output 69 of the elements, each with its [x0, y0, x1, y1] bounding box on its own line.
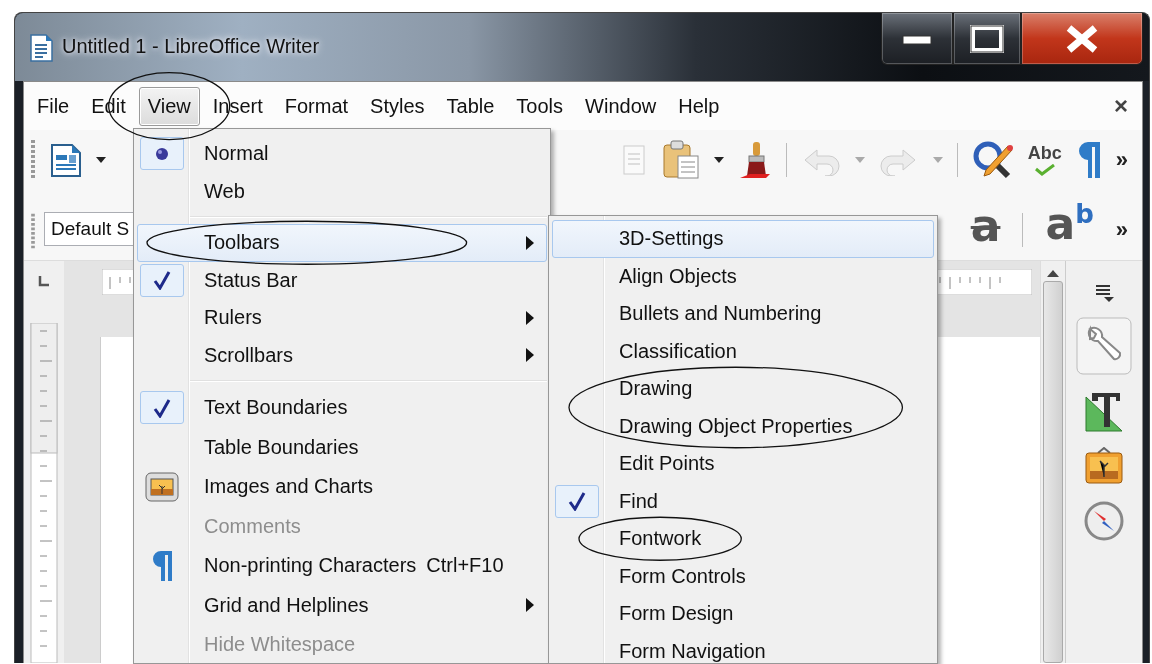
paste-icon[interactable]: [661, 140, 700, 180]
checkbox[interactable]: [140, 391, 184, 425]
menu-item[interactable]: Text Boundaries: [137, 388, 547, 428]
menu-item[interactable]: Grid and Helplines: [137, 585, 547, 625]
menu-item[interactable]: Form Design: [552, 595, 934, 633]
more-tools-button[interactable]: »: [1115, 147, 1128, 173]
menu-item[interactable]: Bullets and Numbering: [552, 295, 934, 333]
menu-item[interactable]: Normal: [137, 135, 547, 173]
checkmark-icon: [153, 270, 171, 291]
menu-item[interactable]: Images and Charts: [137, 467, 547, 507]
menu-item[interactable]: Form Navigation: [552, 632, 934, 663]
image-icon[interactable]: [145, 471, 179, 502]
window-title: Untitled 1 - LibreOffice Writer: [62, 35, 320, 58]
minimize-icon: [902, 32, 932, 45]
gallery-icon[interactable]: [1084, 447, 1124, 487]
menu-item[interactable]: Toolbars: [137, 224, 547, 262]
menu-item[interactable]: Drawing: [552, 370, 934, 408]
minimize-button[interactable]: [881, 13, 953, 65]
menu-item[interactable]: Table Boundaries: [137, 427, 547, 467]
menu-item[interactable]: Find: [552, 482, 934, 520]
wrench-icon[interactable]: [1076, 317, 1132, 375]
menu-item[interactable]: Edit Points: [552, 445, 934, 483]
checkbox[interactable]: [555, 484, 599, 518]
sidebar-menu-icon[interactable]: [1094, 283, 1114, 303]
dropdown-arrow-icon[interactable]: [96, 157, 106, 163]
maximize-icon: [970, 24, 1004, 53]
menu-item[interactable]: Rulers: [137, 299, 547, 337]
menu-item[interactable]: Web: [137, 172, 547, 210]
dropdown-arrow-icon[interactable]: [713, 157, 724, 163]
maximize-button[interactable]: [953, 13, 1021, 65]
radio-dot-icon: [155, 146, 169, 161]
formatting-marks-icon[interactable]: [150, 548, 174, 583]
compass-icon[interactable]: [1084, 501, 1124, 541]
spelling-button[interactable]: Abc: [1027, 143, 1062, 177]
superscript-button[interactable]: a$^{b}$: [1045, 200, 1094, 246]
menu-item[interactable]: Scrollbars: [137, 336, 547, 374]
check-icon: [1033, 164, 1056, 177]
menu-item[interactable]: File: [28, 86, 79, 126]
checkmark-icon: [153, 397, 171, 418]
menu-item[interactable]: Drawing Object Properties: [552, 407, 934, 445]
menu-item[interactable]: Help: [669, 86, 729, 126]
vertical-scrollbar[interactable]: [1040, 261, 1065, 663]
menu-item[interactable]: Window: [576, 86, 666, 126]
menu-item[interactable]: Status Bar: [137, 261, 547, 299]
close-icon: [1065, 24, 1099, 53]
menu-item[interactable]: Non-printing Characters Ctrl+F10: [137, 546, 547, 586]
scroll-up-arrow-icon[interactable]: [1047, 269, 1059, 277]
more-tools-button[interactable]: »: [1115, 216, 1128, 243]
menu-item[interactable]: Fontwork: [552, 520, 934, 558]
menu-item[interactable]: Format: [275, 86, 358, 126]
menu-item[interactable]: Align Objects: [552, 257, 934, 295]
checkbox[interactable]: [140, 263, 184, 297]
shortcut-text: Ctrl+F10: [426, 554, 504, 578]
close-document-button[interactable]: ×: [1114, 92, 1128, 121]
tab-stop-icon[interactable]: [38, 275, 50, 287]
menu-item[interactable]: Tools: [507, 86, 573, 126]
menu-item[interactable]: Classification: [552, 332, 934, 370]
menu-item[interactable]: Form Controls: [552, 557, 934, 595]
radio-indicator[interactable]: [140, 137, 184, 171]
menu-item[interactable]: View: [138, 86, 200, 126]
menu-item[interactable]: 3D-Settings: [552, 220, 934, 258]
new-document-icon[interactable]: [50, 142, 82, 178]
checkmark-icon: [568, 491, 586, 512]
menu-item[interactable]: Styles: [361, 86, 434, 126]
close-button[interactable]: [1021, 13, 1143, 65]
document-icon: [29, 34, 53, 62]
menu-item[interactable]: Table: [437, 86, 504, 126]
fontwork-button[interactable]: a: [970, 203, 1001, 248]
find-replace-icon[interactable]: [971, 140, 1014, 180]
